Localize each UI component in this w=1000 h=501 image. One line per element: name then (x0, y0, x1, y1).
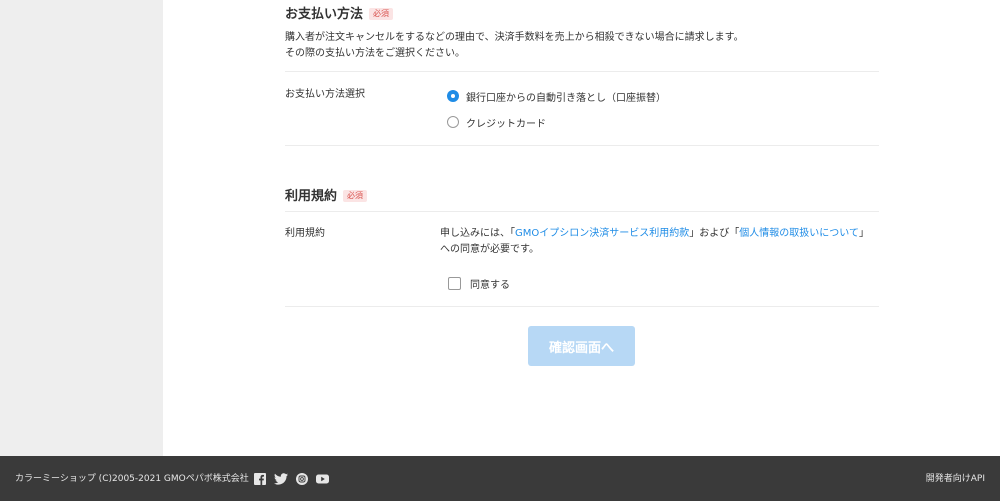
youtube-icon[interactable] (315, 471, 330, 486)
required-badge: 必須 (343, 190, 368, 202)
developer-api-link[interactable]: 開発者向けAPI (926, 473, 985, 485)
facebook-icon[interactable] (252, 471, 267, 486)
footer-copyright: カラーミーショップ (C)2005-2021 GMOペパボ株式会社 (15, 474, 249, 484)
terms-title-text: 利用規約 (285, 189, 338, 204)
footer: カラーミーショップ (C)2005-2021 GMOペパボ株式会社 開発者向けA… (0, 456, 1000, 501)
required-badge: 必須 (369, 8, 394, 20)
divider (285, 211, 879, 212)
instagram-icon[interactable] (294, 471, 309, 486)
left-sidebar (0, 0, 163, 456)
divider (285, 71, 879, 72)
radio-unchecked-icon[interactable] (447, 116, 459, 128)
radio-bank-transfer-label: 銀行口座からの自動引き落とし（口座振替） (466, 92, 666, 104)
payment-desc-line2: その際の支払い方法をご選択ください。 (285, 48, 465, 59)
radio-credit-card[interactable]: クレジットカード (447, 114, 546, 130)
agree-checkbox-row[interactable]: 同意する (448, 275, 510, 291)
radio-checked-icon[interactable] (447, 90, 459, 102)
agree-checkbox[interactable] (448, 276, 461, 290)
terms-section-title: 利用規約 必須 (285, 188, 368, 206)
payment-description: 購入者が注文キャンセルをするなどの理由で、決済手数料を売上から相殺できない場合に… (285, 30, 744, 62)
radio-bank-transfer[interactable]: 銀行口座からの自動引き落とし（口座振替） (447, 88, 666, 104)
link-privacy-policy[interactable]: 個人情報の取扱いについて (739, 228, 859, 239)
main-content: お支払い方法 必須 購入者が注文キャンセルをするなどの理由で、決済手数料を売上から… (163, 0, 1000, 456)
confirm-button[interactable]: 確認画面へ (528, 326, 635, 366)
payment-desc-line1: 購入者が注文キャンセルをするなどの理由で、決済手数料を売上から相殺できない場合に… (285, 32, 744, 43)
payment-select-label: お支払い方法選択 (285, 89, 365, 100)
terms-row-label: 利用規約 (285, 228, 325, 239)
payment-section-title: お支払い方法 必須 (285, 6, 394, 24)
payment-title-text: お支払い方法 (285, 7, 364, 22)
social-links (252, 471, 336, 486)
terms-text-part2: 」および「 (689, 228, 740, 239)
divider (285, 145, 879, 146)
link-epsilon-terms[interactable]: GMOイプシロン決済サービス利用約款 (515, 228, 689, 239)
twitter-icon[interactable] (273, 471, 288, 486)
agree-label: 同意する (470, 279, 510, 291)
terms-agreement-text: 申し込みには、「GMOイプシロン決済サービス利用約款」および「個人情報の取扱いに… (440, 226, 876, 258)
radio-credit-card-label: クレジットカード (466, 118, 546, 130)
divider (285, 306, 879, 307)
terms-text-part1: 申し込みには、「 (440, 228, 515, 239)
